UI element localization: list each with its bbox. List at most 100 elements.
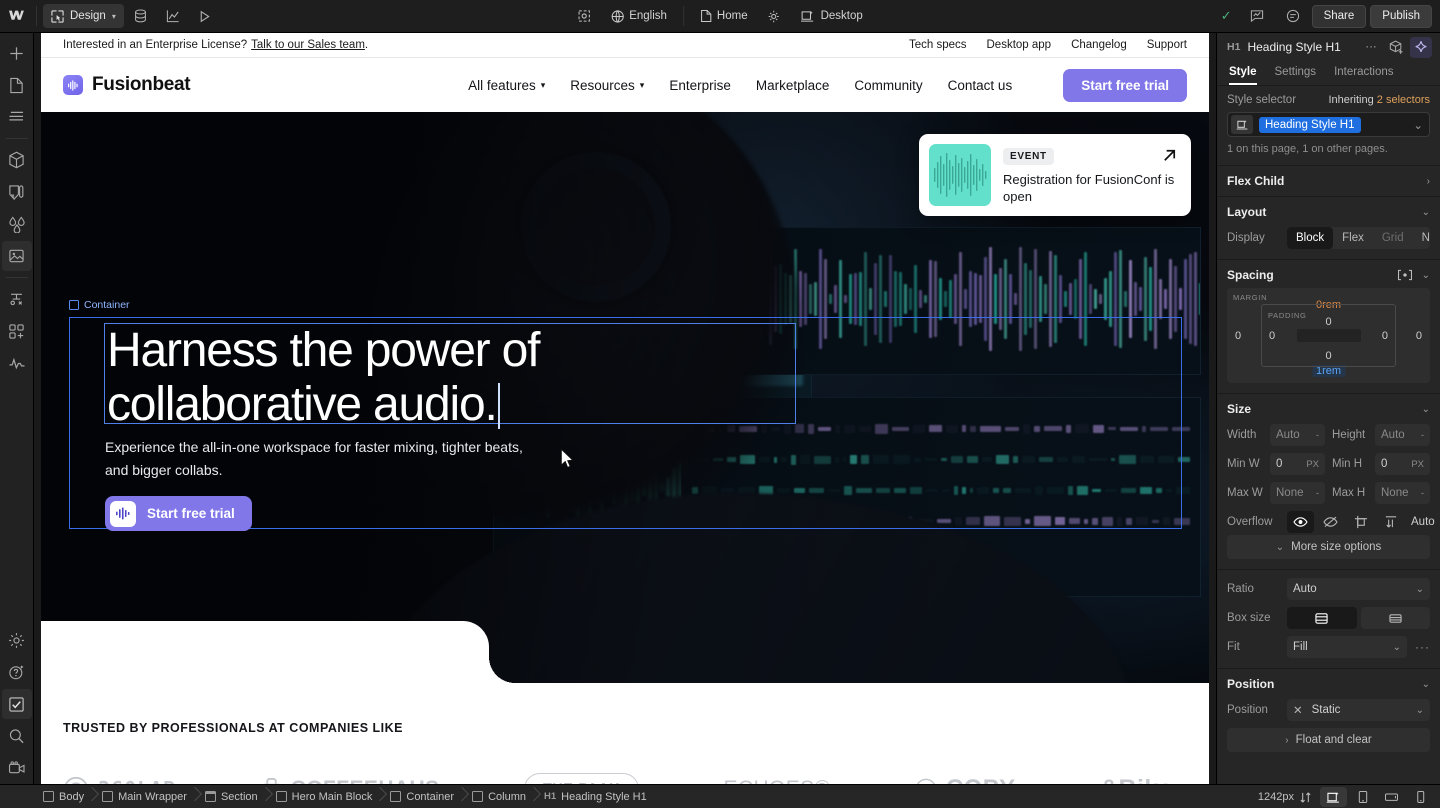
overflow-auto-icon[interactable] bbox=[1377, 511, 1404, 533]
breadcrumb-heading-style-h1[interactable]: H1 Heading Style H1 bbox=[535, 785, 656, 808]
inheriting-info[interactable]: Inheriting 2 selectors bbox=[1328, 94, 1430, 106]
spacing-header[interactable]: Spacing ⌄ bbox=[1227, 268, 1430, 282]
hero-section[interactable]: EVENT Registration for FusionConf is ope… bbox=[41, 112, 1209, 683]
fit-select[interactable]: Fill ⌄ bbox=[1287, 636, 1407, 658]
breadcrumb-body[interactable]: Body bbox=[34, 785, 93, 808]
content-box-icon[interactable] bbox=[1287, 607, 1357, 629]
breadcrumb-main-wrapper[interactable]: Main Wrapper bbox=[93, 785, 196, 808]
selector-breakpoint-icon[interactable] bbox=[1231, 115, 1253, 134]
comment-icon[interactable] bbox=[1278, 4, 1308, 28]
height-input[interactable]: Auto - bbox=[1375, 424, 1430, 446]
navigator-icon[interactable] bbox=[2, 102, 32, 132]
video-icon[interactable] bbox=[2, 753, 32, 783]
desktop-icon[interactable] bbox=[1320, 787, 1347, 807]
flex-child-section[interactable]: Flex Child › bbox=[1217, 166, 1440, 197]
sales-team-link[interactable]: Talk to our Sales team bbox=[251, 39, 365, 51]
ai-sparkle-icon[interactable] bbox=[1410, 37, 1432, 58]
breadcrumb-section[interactable]: Section bbox=[196, 785, 267, 808]
margin-left-value[interactable]: 0 bbox=[1235, 330, 1241, 342]
hero-start-free-trial-button[interactable]: Start free trial bbox=[105, 496, 252, 531]
ratio-select[interactable]: Auto ⌄ bbox=[1287, 578, 1430, 600]
tab-interactions[interactable]: Interactions bbox=[1334, 61, 1393, 85]
apps-icon[interactable] bbox=[2, 316, 32, 346]
link-support[interactable]: Support bbox=[1147, 39, 1187, 51]
nav-marketplace[interactable]: Marketplace bbox=[756, 78, 830, 93]
link-changelog[interactable]: Changelog bbox=[1071, 39, 1127, 51]
event-card[interactable]: EVENT Registration for FusionConf is ope… bbox=[919, 134, 1191, 216]
site-canvas[interactable]: Interested in an Enterprise License? Tal… bbox=[41, 33, 1209, 784]
mobile-portrait-icon[interactable] bbox=[1407, 787, 1434, 807]
overflow-scroll-icon[interactable] bbox=[1347, 511, 1374, 533]
clear-x-icon[interactable]: ✕ bbox=[1293, 703, 1303, 717]
breadcrumb-column[interactable]: Column bbox=[463, 785, 535, 808]
design-mode-button[interactable]: Design ▾ bbox=[43, 4, 124, 28]
style-selector-input[interactable]: Heading Style H1 ⌄ bbox=[1227, 112, 1430, 137]
arrow-up-right-icon[interactable] bbox=[1161, 147, 1178, 164]
nav-all-features[interactable]: All features ▾ bbox=[468, 78, 545, 93]
tab-settings[interactable]: Settings bbox=[1275, 61, 1317, 85]
checkbox-icon[interactable] bbox=[2, 689, 32, 719]
nav-enterprise[interactable]: Enterprise bbox=[669, 78, 731, 93]
position-select[interactable]: ✕ Static ⌄ bbox=[1287, 699, 1430, 721]
maxh-input[interactable]: None - bbox=[1375, 482, 1430, 504]
selected-h1-outline[interactable]: Harness the power of collaborative audio… bbox=[104, 323, 796, 424]
spacing-link-icon[interactable] bbox=[1397, 269, 1413, 281]
notes-icon[interactable] bbox=[1242, 4, 1272, 28]
minw-input[interactable]: 0 PX bbox=[1270, 453, 1325, 475]
share-button[interactable]: Share bbox=[1312, 5, 1367, 28]
chevron-down-icon[interactable]: ⌄ bbox=[1422, 270, 1430, 281]
tablet-icon[interactable] bbox=[1349, 787, 1376, 807]
tab-style[interactable]: Style bbox=[1229, 61, 1257, 85]
focus-target-icon[interactable] bbox=[571, 6, 597, 26]
eye-hidden-icon[interactable] bbox=[1317, 511, 1344, 533]
variables-icon[interactable] bbox=[2, 177, 32, 207]
display-grid-option[interactable]: Grid bbox=[1373, 227, 1413, 249]
language-selector[interactable]: English bbox=[605, 7, 673, 26]
padding-bottom-value[interactable]: 0 bbox=[1325, 350, 1331, 362]
link-desktop-app[interactable]: Desktop app bbox=[987, 39, 1052, 51]
webflow-logo-icon[interactable] bbox=[0, 0, 34, 32]
hero-heading[interactable]: Harness the power of collaborative audio… bbox=[105, 324, 795, 432]
overflow-auto-label[interactable]: Auto bbox=[1407, 516, 1435, 528]
page-selector[interactable]: Home bbox=[694, 6, 754, 26]
pages-icon[interactable] bbox=[2, 70, 32, 100]
gear-icon[interactable] bbox=[762, 7, 787, 26]
help-sparkle-icon[interactable] bbox=[2, 657, 32, 687]
position-header[interactable]: Position ⌄ bbox=[1227, 677, 1430, 691]
float-and-clear-button[interactable]: › Float and clear bbox=[1227, 728, 1430, 752]
chevron-down-icon[interactable]: ⌄ bbox=[1413, 118, 1423, 132]
breadcrumb-container[interactable]: Container bbox=[381, 785, 463, 808]
database-icon[interactable] bbox=[126, 4, 156, 28]
more-dots-icon[interactable]: ··· bbox=[1360, 37, 1382, 58]
chevron-down-icon[interactable]: ⌄ bbox=[1422, 679, 1430, 690]
spacing-widget[interactable]: MARGIN 0rem 1rem 0 0 PADDING 0 0 0 0 bbox=[1227, 288, 1430, 383]
resize-handles-icon[interactable] bbox=[1299, 791, 1312, 804]
chevron-down-icon[interactable]: ⌄ bbox=[1422, 207, 1430, 218]
selected-container-outline[interactable]: Container Harness the power of collabora… bbox=[69, 317, 1182, 529]
canvas-width-indicator[interactable]: 1242px bbox=[1258, 791, 1318, 804]
more-dots-icon[interactable]: ··· bbox=[1415, 640, 1430, 654]
nav-community[interactable]: Community bbox=[854, 78, 922, 93]
chevron-down-icon[interactable]: ⌄ bbox=[1422, 404, 1430, 415]
cms-icon[interactable] bbox=[2, 284, 32, 314]
canvas-viewport[interactable]: Interested in an Enterprise License? Tal… bbox=[34, 33, 1216, 784]
size-header[interactable]: Size ⌄ bbox=[1227, 402, 1430, 416]
width-input[interactable]: Auto - bbox=[1270, 424, 1325, 446]
display-flex-option[interactable]: Flex bbox=[1333, 227, 1373, 249]
display-none-option[interactable]: None ▾ bbox=[1413, 227, 1430, 249]
link-tech-specs[interactable]: Tech specs bbox=[909, 39, 967, 51]
breakpoint-selector[interactable]: Desktop bbox=[795, 7, 869, 26]
nav-contact-us[interactable]: Contact us bbox=[948, 78, 1013, 93]
eye-visible-icon[interactable] bbox=[1287, 511, 1314, 533]
search-icon[interactable] bbox=[2, 721, 32, 751]
padding-box[interactable]: PADDING 0 0 0 0 bbox=[1261, 304, 1396, 367]
publish-button[interactable]: Publish bbox=[1370, 5, 1432, 28]
gear-icon[interactable] bbox=[2, 625, 32, 655]
breadcrumb-hero-main-block[interactable]: Hero Main Block bbox=[267, 785, 382, 808]
layout-header[interactable]: Layout ⌄ bbox=[1227, 205, 1430, 219]
play-icon[interactable] bbox=[190, 4, 220, 28]
components-icon[interactable] bbox=[2, 145, 32, 175]
create-component-icon[interactable] bbox=[1385, 37, 1407, 58]
margin-right-value[interactable]: 0 bbox=[1416, 330, 1422, 342]
nav-start-free-trial-button[interactable]: Start free trial bbox=[1063, 69, 1187, 102]
